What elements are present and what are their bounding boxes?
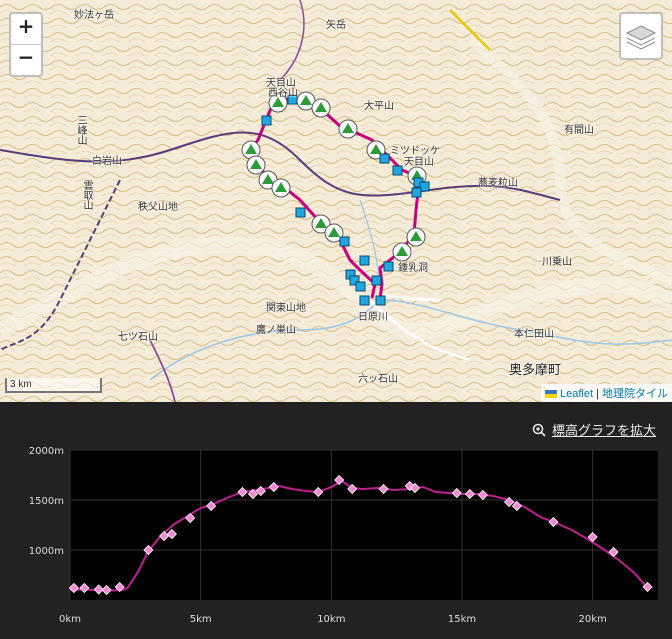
map-label: 日原川	[358, 312, 388, 323]
map-label: 七ツ石山	[118, 332, 158, 343]
map-label: 蕎麦粒山	[478, 178, 518, 189]
map-label: 大平山	[364, 101, 394, 112]
map-label: 有間山	[564, 125, 594, 136]
y-tick-label: 1500m	[29, 496, 64, 507]
flag-icon	[544, 390, 557, 399]
map-label: 西谷山	[268, 88, 298, 99]
map-label: 六ッ石山	[358, 374, 398, 385]
x-tick-label: 20km	[579, 614, 607, 625]
map-label: 秩父山地	[138, 202, 178, 213]
elevation-panel: 標高グラフを拡大 1000m 1500m 2000m 0km 5km 10km 15km 20…	[0, 402, 672, 639]
map-label: 鷹ノ巣山	[256, 325, 296, 336]
map-label: 関東山地	[266, 303, 306, 314]
layers-icon	[625, 25, 657, 50]
map-label: 本仁田山	[514, 329, 554, 340]
plot-area	[70, 450, 658, 600]
zoom-control: + −	[9, 12, 43, 77]
layers-button[interactable]	[619, 12, 663, 60]
map-label: 白岩山	[92, 156, 122, 167]
x-tick-label: 15km	[448, 614, 476, 625]
map-label: 川乗山	[542, 257, 572, 268]
leaflet-link[interactable]: Leaflet	[560, 388, 593, 400]
map-label: 雲取山	[81, 180, 92, 210]
topographic-map-base	[0, 0, 672, 402]
map-scale: 3 km	[5, 378, 102, 393]
y-tick-label: 2000m	[29, 446, 64, 457]
map-view[interactable]: 妙法ヶ岳 矢岳 天目山 西谷山 大平山 三峰山 白岩山 雲取山 有間山 ミツドッ…	[0, 0, 672, 402]
elevation-chart: 1000m 1500m 2000m 0km 5km 10km 15km 20km	[29, 446, 658, 625]
map-label: 妙法ヶ岳	[74, 10, 114, 21]
map-label-town: 奥多摩町	[509, 363, 562, 378]
x-tick-label: 5km	[190, 614, 212, 625]
map-label: 鍾乳洞	[398, 263, 428, 274]
x-tick-label: 10km	[317, 614, 345, 625]
map-label: 三峰山	[75, 115, 86, 145]
y-tick-label: 1000m	[29, 546, 64, 557]
map-label: 天目山	[404, 157, 434, 168]
attribution-separator: |	[593, 388, 602, 400]
map-attribution: Leaflet | 地理院タイル	[540, 384, 672, 402]
x-tick-label: 0km	[59, 614, 81, 625]
gsi-tile-link[interactable]: 地理院タイル	[602, 388, 668, 400]
zoom-out-button[interactable]: −	[11, 44, 41, 75]
zoom-in-button[interactable]: +	[11, 14, 41, 44]
map-label: 矢岳	[326, 20, 346, 31]
